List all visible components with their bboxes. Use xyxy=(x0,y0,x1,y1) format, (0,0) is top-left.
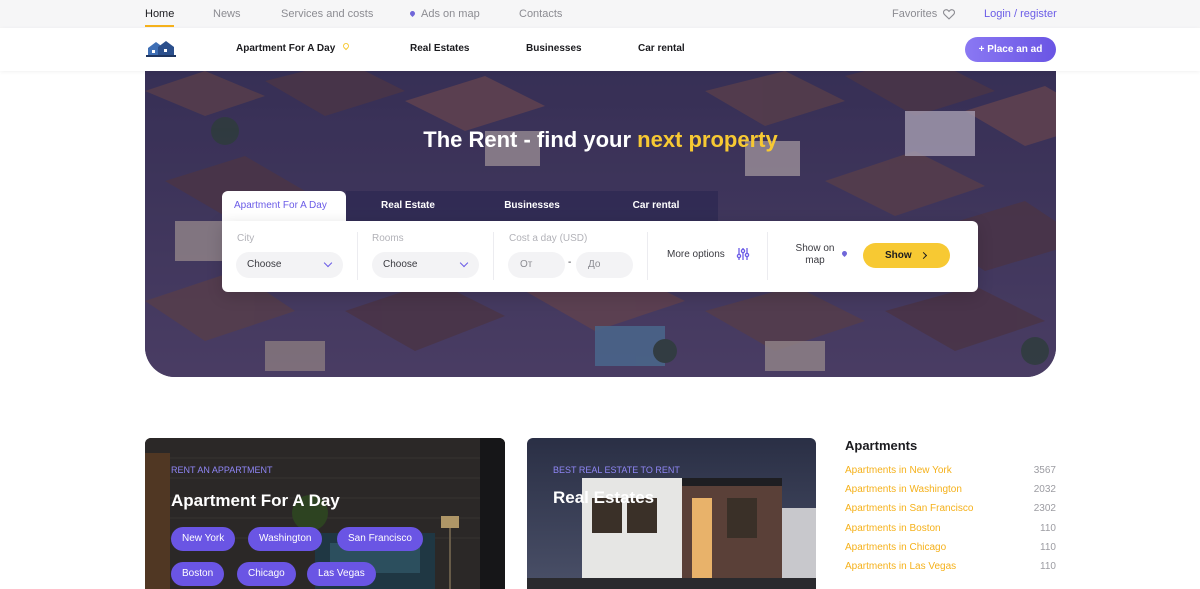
chip-new-york[interactable]: New York xyxy=(171,527,236,551)
apartments-link[interactable]: Apartments in Chicago xyxy=(845,542,946,553)
card-real-estates[interactable]: BEST REAL ESTATE TO RENT Real Estates xyxy=(527,438,816,589)
list-item: Apartments in New York 3567 xyxy=(845,465,1056,479)
hero-title-main: The Rent - find your xyxy=(423,127,638,152)
apartments-link[interactable]: Apartments in San Francisco xyxy=(845,503,973,514)
divider xyxy=(767,232,768,280)
rooms-select[interactable]: Choose xyxy=(372,252,479,278)
list-item: Apartments in Boston 110 xyxy=(845,523,1056,537)
chip-chicago[interactable]: Chicago xyxy=(237,562,296,586)
category-apartment[interactable]: Apartment For A Day xyxy=(236,41,351,54)
cost-to-input[interactable]: До xyxy=(576,252,633,278)
city-select[interactable]: Choose xyxy=(236,252,343,278)
chevron-down-icon xyxy=(323,258,333,268)
hero-title: The Rent - find your next property xyxy=(145,127,1056,153)
card-subtitle: BEST REAL ESTATE TO RENT xyxy=(553,465,680,475)
location-pin-icon xyxy=(342,41,351,51)
category-businesses[interactable]: Businesses xyxy=(526,43,582,54)
chevron-down-icon xyxy=(459,258,469,268)
chip-san-francisco[interactable]: San Francisco xyxy=(337,527,423,551)
nav-news[interactable]: News xyxy=(213,8,241,20)
nav-ads-on-map-label: Ads on map xyxy=(421,8,480,20)
card-title: Real Estates xyxy=(553,488,655,507)
more-options-link[interactable]: More options xyxy=(667,249,725,260)
city-select-value: Choose xyxy=(247,259,282,270)
chip-washington[interactable]: Washington xyxy=(248,527,323,551)
active-underline xyxy=(145,25,174,27)
apartments-count: 110 xyxy=(1040,542,1056,553)
card-apartment[interactable]: RENT AN APPARTMENT Apartment For A Day N… xyxy=(145,438,505,589)
tab-apartment[interactable]: Apartment For A Day xyxy=(222,191,346,221)
hero-title-accent: next property xyxy=(637,127,778,152)
divider xyxy=(647,232,648,280)
rooms-select-value: Choose xyxy=(383,259,418,270)
favorites-link[interactable]: Favorites xyxy=(892,8,937,20)
tab-car-rental[interactable]: Car rental xyxy=(594,191,718,221)
map-pin-icon xyxy=(408,9,417,18)
rooms-label: Rooms xyxy=(372,233,404,244)
search-panel: City Choose Rooms Choose Cost a day (USD… xyxy=(222,221,978,292)
apartments-link[interactable]: Apartments in Las Vegas xyxy=(845,561,956,572)
list-item: Apartments in Washington 2032 xyxy=(845,484,1056,498)
cost-label: Cost a day (USD) xyxy=(509,233,588,244)
sliders-icon[interactable] xyxy=(736,247,750,261)
list-item: Apartments in Chicago 110 xyxy=(845,542,1056,556)
top-bar: Home News Services and costs Ads on map … xyxy=(0,0,1200,28)
divider xyxy=(357,232,358,280)
divider xyxy=(493,232,494,280)
modern-house-image xyxy=(527,438,816,589)
apartments-title: Apartments xyxy=(845,438,918,453)
apartments-count: 3567 xyxy=(1033,465,1056,476)
category-apartment-label: Apartment For A Day xyxy=(236,43,336,54)
cost-dash: - xyxy=(568,257,572,268)
nav-contacts[interactable]: Contacts xyxy=(519,8,562,20)
map-pin-icon xyxy=(840,249,849,258)
apartments-count: 110 xyxy=(1040,523,1056,534)
list-item: Apartments in Las Vegas 110 xyxy=(845,561,1056,575)
apartments-count: 2302 xyxy=(1033,503,1056,514)
cost-from-input[interactable]: От xyxy=(508,252,565,278)
nav-ads-on-map[interactable]: Ads on map xyxy=(408,8,480,20)
apartments-link[interactable]: Apartments in New York xyxy=(845,465,952,476)
show-on-map-link[interactable]: Show on map xyxy=(790,243,840,267)
nav-home[interactable]: Home xyxy=(145,8,174,20)
card-title: Apartment For A Day xyxy=(171,491,340,510)
place-ad-button[interactable]: + Place an ad xyxy=(965,37,1056,62)
login-register-link[interactable]: Login / register xyxy=(984,8,1057,20)
chevron-right-icon xyxy=(919,251,928,260)
apartments-link[interactable]: Apartments in Washington xyxy=(845,484,962,495)
logo-house-icon[interactable] xyxy=(146,38,176,58)
chip-boston[interactable]: Boston xyxy=(171,562,225,586)
main-nav: Apartment For A Day Real Estates Busines… xyxy=(0,28,1200,71)
list-item: Apartments in San Francisco 2302 xyxy=(845,503,1056,517)
city-label: City xyxy=(237,233,255,244)
show-button[interactable]: Show xyxy=(863,243,950,268)
category-real-estates[interactable]: Real Estates xyxy=(410,43,469,54)
nav-services[interactable]: Services and costs xyxy=(281,8,373,20)
chip-las-vegas[interactable]: Las Vegas xyxy=(307,562,376,586)
apartments-count: 110 xyxy=(1040,561,1056,572)
category-car-rental[interactable]: Car rental xyxy=(638,43,685,54)
card-subtitle: RENT AN APPARTMENT xyxy=(171,465,273,475)
tab-real-estate[interactable]: Real Estate xyxy=(346,191,470,221)
show-button-label: Show xyxy=(885,250,912,261)
heart-icon[interactable] xyxy=(942,8,956,20)
apartments-count: 2032 xyxy=(1033,484,1056,495)
apartments-link[interactable]: Apartments in Boston xyxy=(845,523,941,534)
tab-businesses[interactable]: Businesses xyxy=(470,191,594,221)
